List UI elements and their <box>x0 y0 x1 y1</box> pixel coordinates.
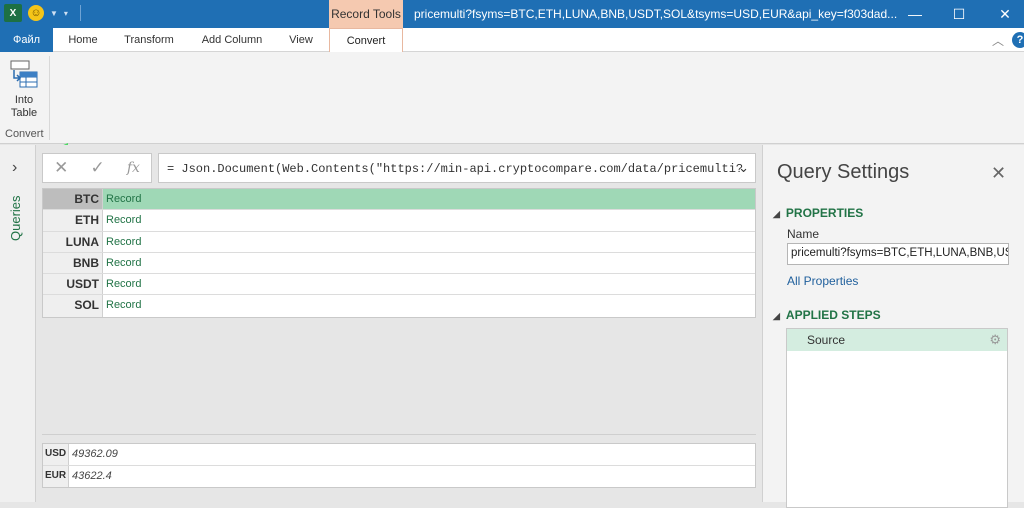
preview-value: 43622.4 <box>72 469 112 482</box>
table-row[interactable]: BTC Record <box>43 189 755 211</box>
expand-formula-icon[interactable]: ⌄ <box>738 160 749 176</box>
applied-steps-header-label: APPLIED STEPS <box>785 308 881 322</box>
properties-section-header[interactable]: ◢ PROPERTIES <box>773 206 863 220</box>
chevron-down-icon[interactable]: ▼ <box>50 9 58 18</box>
record-link[interactable]: Record <box>103 253 755 273</box>
expand-queries-icon[interactable]: › <box>12 159 17 177</box>
record-tools-contextual-tab: Record Tools <box>329 0 403 28</box>
tab-view[interactable]: View <box>282 28 320 52</box>
table-row[interactable]: USDT Record <box>43 274 755 296</box>
queries-pane-label[interactable]: Queries <box>8 195 23 241</box>
formula-text: = Json.Document(Web.Contents("https://mi… <box>167 162 744 176</box>
tab-home[interactable]: Home <box>60 28 106 52</box>
record-link[interactable]: Record <box>103 274 755 294</box>
gear-icon[interactable]: ⚙ <box>989 329 1001 351</box>
customize-qat-icon[interactable]: ▾ <box>64 9 68 18</box>
preview-splitter[interactable] <box>42 434 756 435</box>
applied-steps-list: Source ⚙ <box>786 328 1008 508</box>
into-table-label: Into Table <box>11 94 37 120</box>
record-link[interactable]: Record <box>103 232 755 252</box>
tab-convert[interactable]: Convert <box>329 28 403 53</box>
table-row[interactable]: LUNA Record <box>43 231 755 253</box>
convert-group-label: Convert <box>5 128 44 140</box>
table-row[interactable]: SOL Record <box>43 295 755 317</box>
into-table-label-line2: Table <box>10 107 38 119</box>
preview-row: EUR 43622.4 <box>43 465 755 487</box>
title-bar: X ☺ ▼ ▾ Record Tools pricemulti?fsyms=BT… <box>0 0 1024 28</box>
help-icon[interactable]: ? <box>1012 32 1024 48</box>
tab-transform[interactable]: Transform <box>117 28 181 52</box>
table-row[interactable]: BNB Record <box>43 252 755 275</box>
record-preview-pane: USD 49362.09 EUR 43622.4 <box>42 443 756 488</box>
into-table-button[interactable]: Into Table <box>4 58 44 124</box>
formula-bar[interactable]: = Json.Document(Web.Contents("https://mi… <box>158 153 756 183</box>
query-name-field[interactable]: pricemulti?fsyms=BTC,ETH,LUNA,BNB,USDT,S… <box>787 243 1009 265</box>
preview-key: USD <box>43 444 69 465</box>
name-label: Name <box>787 227 820 241</box>
collapse-triangle-icon: ◢ <box>773 311 780 321</box>
row-key: SOL <box>43 295 103 317</box>
ribbon-body: Into Table Convert <box>0 52 1024 155</box>
quick-access-toolbar: X ☺ ▼ ▾ <box>4 4 81 22</box>
maximize-button[interactable]: ☐ <box>936 0 982 28</box>
preview-row: USD 49362.09 <box>43 444 755 466</box>
into-table-icon <box>10 60 38 88</box>
ribbon-tab-bar: Файл Home Transform Add Column View Conv… <box>0 28 1024 53</box>
query-settings-pane: Query Settings ✕ ◢ PROPERTIES Name pricem… <box>762 145 1024 508</box>
row-key: BTC <box>43 189 103 210</box>
row-key: BNB <box>43 252 103 274</box>
close-window-button[interactable]: ✕ <box>982 0 1024 28</box>
row-key: LUNA <box>43 231 103 252</box>
row-key: USDT <box>43 274 103 295</box>
all-properties-link[interactable]: All Properties <box>787 274 858 288</box>
tab-add-column[interactable]: Add Column <box>193 28 271 52</box>
fx-icon[interactable]: fx <box>127 160 140 176</box>
ribbon-group-divider <box>49 56 50 140</box>
collapse-triangle-icon: ◢ <box>773 209 780 219</box>
record-link[interactable]: Record <box>103 295 755 316</box>
into-table-label-line1: Into <box>14 94 34 106</box>
formula-buttons: ✕ ✓ fx <box>42 153 152 183</box>
row-key: ETH <box>43 210 103 231</box>
step-label: Source <box>807 333 846 347</box>
preview-key: EUR <box>43 465 69 487</box>
cancel-formula-icon[interactable]: ✕ <box>54 158 68 178</box>
minimize-button[interactable]: — <box>892 0 938 28</box>
close-settings-icon[interactable]: ✕ <box>991 163 1006 184</box>
record-link[interactable]: Record <box>103 210 755 230</box>
step-source[interactable]: Source ⚙ <box>787 329 1007 351</box>
properties-header-label: PROPERTIES <box>785 206 864 220</box>
record-grid: BTC Record ETH Record LUNA Record BNB Re… <box>42 188 756 318</box>
commit-formula-icon[interactable]: ✓ <box>90 158 104 178</box>
excel-icon[interactable]: X <box>4 4 22 22</box>
qat-divider <box>79 5 81 21</box>
table-row[interactable]: ETH Record <box>43 210 755 232</box>
queries-pane: › Queries <box>0 145 36 502</box>
applied-steps-section-header[interactable]: ◢ APPLIED STEPS <box>773 308 881 322</box>
tab-file[interactable]: Файл <box>0 28 53 52</box>
preview-value: 49362.09 <box>72 448 118 460</box>
window-title: pricemulti?fsyms=BTC,ETH,LUNA,BNB,USDT,S… <box>414 7 898 21</box>
query-settings-title: Query Settings <box>777 161 910 183</box>
record-link[interactable]: Record <box>103 189 755 210</box>
smiley-feedback-icon[interactable]: ☺ <box>28 5 44 21</box>
collapse-ribbon-icon[interactable]: ︿ <box>992 32 1004 49</box>
main-area: ✕ ✓ fx = Json.Document(Web.Contents("htt… <box>37 145 761 502</box>
